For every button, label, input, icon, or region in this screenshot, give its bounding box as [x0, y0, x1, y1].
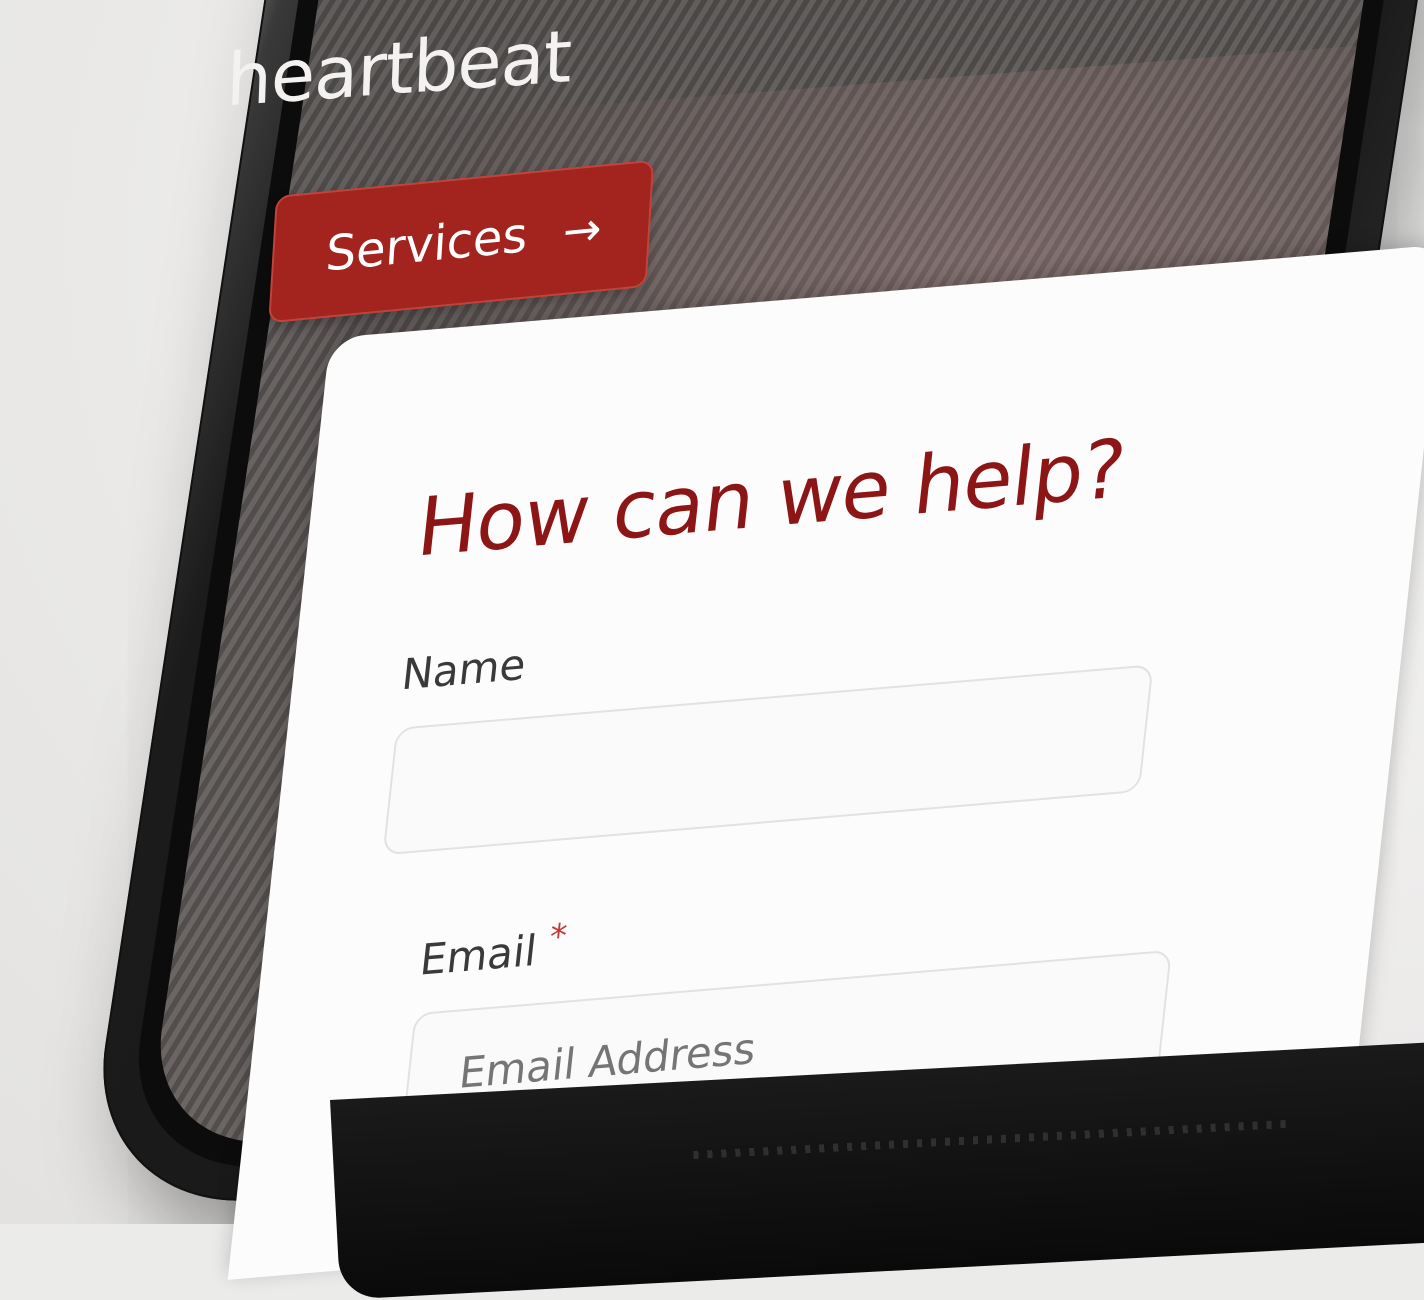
contact-form: How can we help? Name Email *: [351, 403, 1350, 1145]
name-input[interactable]: [382, 664, 1154, 856]
name-field-label: Name: [399, 572, 1331, 699]
name-label-text: Name: [399, 639, 529, 700]
arrow-right-icon: →: [561, 200, 604, 259]
services-button[interactable]: Services →: [268, 159, 655, 324]
screen-content: heartbeat Services → How can we help? Na…: [0, 0, 1424, 1300]
brand-logo-text: heartbeat: [225, 13, 573, 123]
speaker-grille: [693, 1119, 1293, 1160]
form-title: How can we help?: [412, 421, 1130, 575]
email-label-text: Email: [417, 925, 540, 985]
required-marker: *: [547, 916, 569, 958]
services-button-label: Services: [324, 206, 530, 283]
